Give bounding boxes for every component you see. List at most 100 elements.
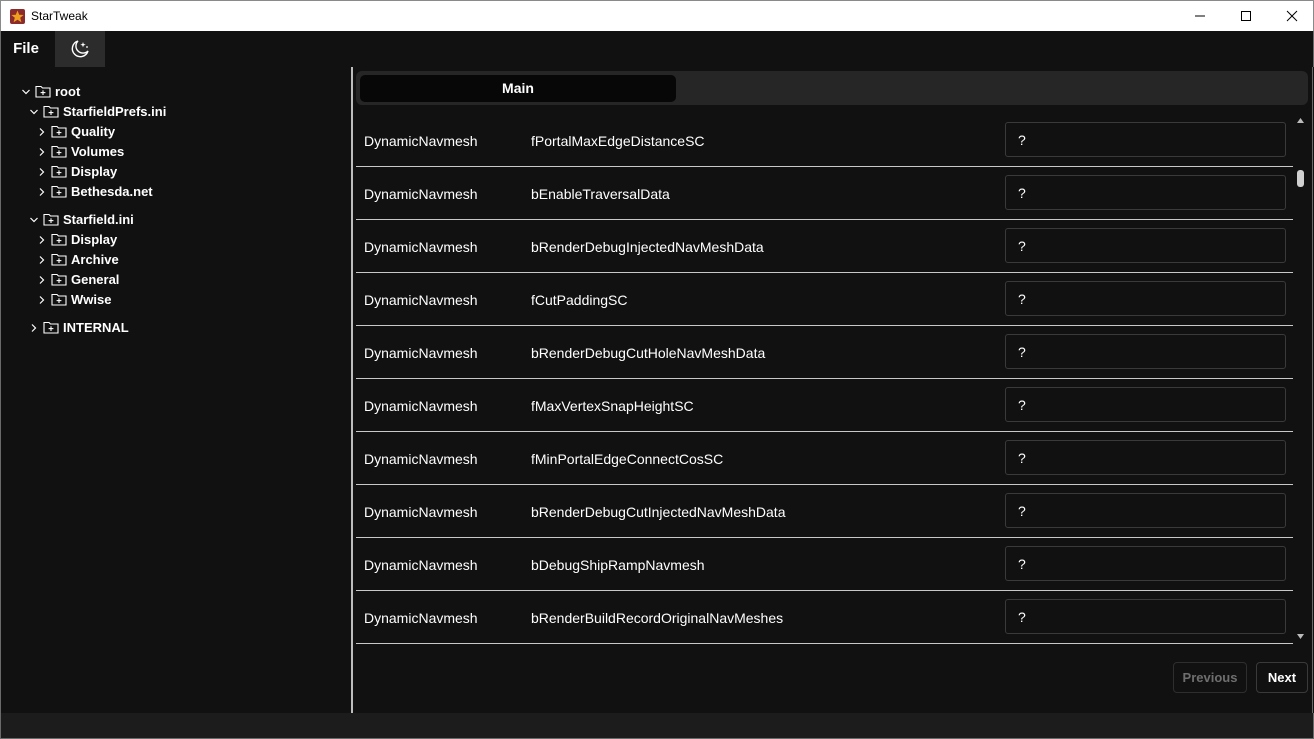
setting-value-input[interactable] <box>1005 387 1286 422</box>
minimize-icon <box>1195 15 1205 17</box>
tab-bar: Main <box>356 71 1308 105</box>
setting-value-input[interactable] <box>1005 599 1286 634</box>
setting-value-input[interactable] <box>1005 334 1286 369</box>
setting-row: DynamicNavmesh fMinPortalEdgeConnectCosSC <box>356 432 1293 485</box>
folder-icon <box>43 213 59 226</box>
tree-item-label: INTERNAL <box>63 320 129 335</box>
tree-item-label: root <box>55 84 81 99</box>
setting-key: bDebugShipRampNavmesh <box>531 557 705 573</box>
setting-key: fPortalMaxEdgeDistanceSC <box>531 133 705 149</box>
setting-row: DynamicNavmesh bRenderBuildRecordOriginal… <box>356 591 1293 644</box>
tree-item-label: StarfieldPrefs.ini <box>63 104 167 119</box>
folder-icon <box>51 165 67 178</box>
chevron-right-icon[interactable] <box>37 167 47 177</box>
folder-icon <box>51 273 67 286</box>
menu-bar: File <box>0 31 1314 67</box>
folder-icon <box>51 253 67 266</box>
chevron-right-icon[interactable] <box>37 255 47 265</box>
setting-value-input[interactable] <box>1005 493 1286 528</box>
setting-value-input[interactable] <box>1005 546 1286 581</box>
setting-section: DynamicNavmesh <box>364 610 478 626</box>
folder-icon <box>43 105 59 118</box>
next-button[interactable]: Next <box>1256 662 1308 693</box>
setting-section: DynamicNavmesh <box>364 557 478 573</box>
setting-row: DynamicNavmesh fPortalMaxEdgeDistanceSC <box>356 114 1293 167</box>
setting-section: DynamicNavmesh <box>364 239 478 255</box>
setting-value-input[interactable] <box>1005 281 1286 316</box>
chevron-right-icon[interactable] <box>37 295 47 305</box>
maximize-button[interactable] <box>1223 1 1269 31</box>
tree-item-label: Volumes <box>71 144 125 159</box>
folder-icon <box>51 125 67 138</box>
tree-item-label: Wwise <box>71 292 112 307</box>
main-panel: Main DynamicNavmesh fPortalMaxEdgeDistanc… <box>353 67 1313 713</box>
setting-row: DynamicNavmesh bRenderDebugCutInjectedNav… <box>356 485 1293 538</box>
setting-key: bRenderDebugInjectedNavMeshData <box>531 239 764 255</box>
sidebar-tree: root StarfieldPrefs.ini Quality Volumes Disp… <box>0 67 351 713</box>
scroll-down-icon[interactable] <box>1296 633 1305 640</box>
setting-row: DynamicNavmesh fCutPaddingSC <box>356 273 1293 326</box>
minimize-button[interactable] <box>1177 1 1223 31</box>
setting-key: bEnableTraversalData <box>531 186 670 202</box>
setting-value-input[interactable] <box>1005 228 1286 263</box>
folder-icon <box>51 185 67 198</box>
folder-icon <box>35 85 51 98</box>
title-bar: StarTweak <box>0 0 1314 31</box>
setting-key: fCutPaddingSC <box>531 292 628 308</box>
setting-row: DynamicNavmesh bEnableTraversalData <box>356 167 1293 220</box>
tree-item-label: Starfield.ini <box>63 212 134 227</box>
setting-section: DynamicNavmesh <box>364 451 478 467</box>
folder-icon <box>51 233 67 246</box>
chevron-right-icon[interactable] <box>37 235 47 245</box>
window-title: StarTweak <box>31 9 88 23</box>
previous-button[interactable]: Previous <box>1173 662 1247 693</box>
scroll-thumb[interactable] <box>1297 170 1304 187</box>
setting-value-input[interactable] <box>1005 122 1286 157</box>
folder-icon <box>43 321 59 334</box>
setting-key: bRenderBuildRecordOriginalNavMeshes <box>531 610 784 626</box>
chevron-right-icon[interactable] <box>37 127 47 137</box>
setting-value-input[interactable] <box>1005 175 1286 210</box>
setting-section: DynamicNavmesh <box>364 398 478 414</box>
setting-row: DynamicNavmesh bRenderDebugInjectedNavMes… <box>356 220 1293 273</box>
chevron-down-icon[interactable] <box>29 107 39 117</box>
setting-section: DynamicNavmesh <box>364 292 478 308</box>
moon-sparkle-icon <box>71 40 89 58</box>
setting-row: DynamicNavmesh fMaxVertexSnapHeightSC <box>356 379 1293 432</box>
tree-item-label: Display <box>71 164 118 179</box>
setting-value-input[interactable] <box>1005 440 1286 475</box>
folder-icon <box>51 293 67 306</box>
setting-key: bRenderDebugCutHoleNavMeshData <box>531 345 766 361</box>
chevron-down-icon[interactable] <box>29 215 39 225</box>
setting-row: DynamicNavmesh bDebugShipRampNavmesh <box>356 538 1293 591</box>
setting-key: fMinPortalEdgeConnectCosSC <box>531 451 724 467</box>
setting-key: fMaxVertexSnapHeightSC <box>531 398 694 414</box>
scrollbar[interactable] <box>1294 117 1306 644</box>
setting-section: DynamicNavmesh <box>364 504 478 520</box>
close-icon <box>1286 10 1298 22</box>
tree-item-label: Quality <box>71 124 116 139</box>
setting-section: DynamicNavmesh <box>364 186 478 202</box>
scroll-up-icon[interactable] <box>1296 117 1305 124</box>
chevron-right-icon[interactable] <box>29 323 39 333</box>
chevron-right-icon[interactable] <box>37 275 47 285</box>
theme-toggle-button[interactable] <box>55 31 105 67</box>
chevron-down-icon[interactable] <box>21 87 31 97</box>
file-menu[interactable]: File <box>1 31 51 67</box>
setting-row: DynamicNavmesh bRenderDebugCutHoleNavMesh… <box>356 326 1293 379</box>
tab-main[interactable]: Main <box>360 75 676 102</box>
tree-item-label: Display <box>71 232 118 247</box>
tree-item-label: General <box>71 272 120 287</box>
setting-key: bRenderDebugCutInjectedNavMeshData <box>531 504 786 520</box>
setting-section: DynamicNavmesh <box>364 133 478 149</box>
maximize-icon <box>1241 11 1251 21</box>
tree-item-label: Archive <box>71 252 119 267</box>
close-button[interactable] <box>1269 1 1314 31</box>
setting-section: DynamicNavmesh <box>364 345 478 361</box>
settings-list: DynamicNavmeshfPortalMaxEdgeDistanceSCDy… <box>356 114 1293 644</box>
status-bar <box>0 713 1314 739</box>
chevron-right-icon[interactable] <box>37 147 47 157</box>
chevron-right-icon[interactable] <box>37 187 47 197</box>
folder-icon <box>51 145 67 158</box>
app-star-icon <box>10 9 25 24</box>
